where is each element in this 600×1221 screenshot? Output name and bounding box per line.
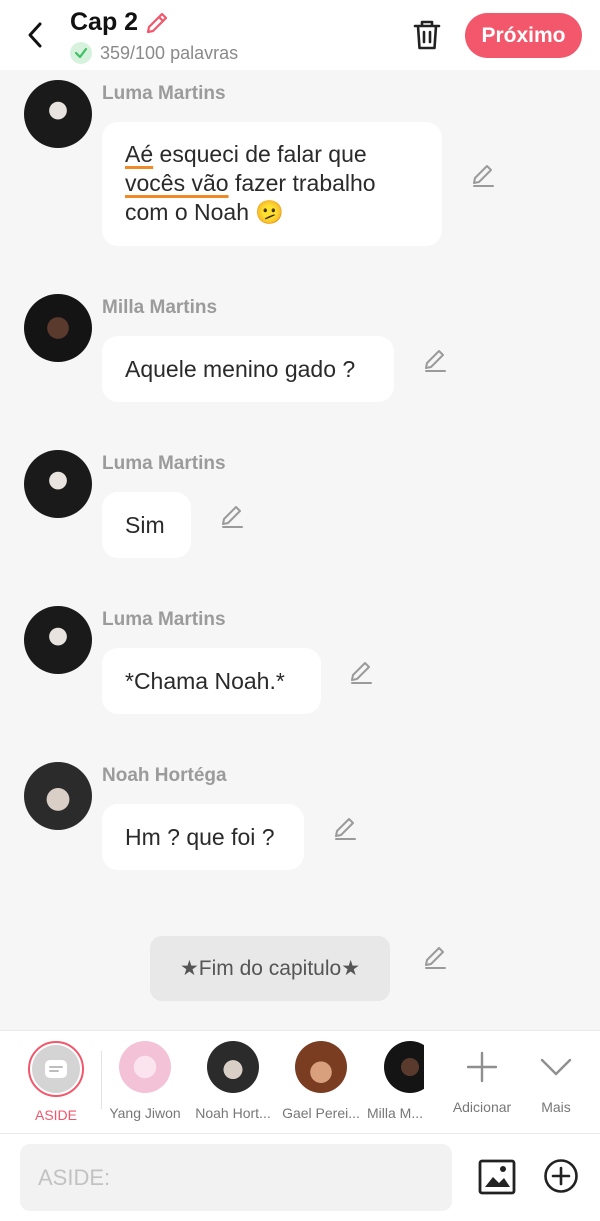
message-bubble[interactable]: Aquele menino gado ? [102, 336, 394, 402]
message-author: Luma Martins [102, 609, 226, 630]
delete-button[interactable] [408, 16, 446, 54]
underlined-phrase: vocês vão [125, 170, 229, 196]
message-text: *Chama Noah.* [125, 667, 285, 694]
pencil-icon [351, 662, 372, 684]
composer-bar [0, 1133, 600, 1221]
edit-message-button[interactable] [332, 815, 360, 843]
message-bubble[interactable]: Aé esqueci de falar que vocês vão fazer … [102, 122, 442, 246]
top-bar: Cap 2 359/100 palavras Próximo [0, 0, 600, 70]
character-yang-jiwon[interactable]: Yang Jiwon [100, 1041, 190, 1121]
more-label: Mais [541, 1099, 571, 1115]
word-count-row: 359/100 palavras [70, 42, 238, 64]
avatar[interactable] [24, 80, 92, 148]
character-label: ASIDE [34, 1107, 77, 1123]
character-label: Yang Jiwon [109, 1105, 181, 1121]
back-button[interactable] [18, 18, 52, 52]
edit-message-button[interactable] [219, 503, 247, 531]
character-label: Milla M... [367, 1105, 423, 1121]
insert-image-button[interactable] [478, 1158, 516, 1196]
emoji: 🫤 [255, 200, 285, 226]
aside-avatar [28, 1041, 84, 1097]
character-label: Gael Perei... [282, 1105, 360, 1121]
character-label: Noah Hort... [195, 1105, 271, 1121]
avatar [207, 1041, 259, 1093]
plus-icon [466, 1051, 498, 1083]
avatar[interactable] [24, 762, 92, 830]
plus-circle-icon [544, 1159, 578, 1193]
avatar [295, 1041, 347, 1093]
add-button[interactable] [543, 1158, 579, 1194]
edit-aside-button[interactable] [422, 944, 450, 972]
next-button[interactable]: Próximo [465, 13, 582, 58]
message-author: Luma Martins [102, 453, 226, 474]
more-button[interactable]: Mais [511, 1041, 600, 1115]
pencil-icon [222, 506, 243, 528]
underlined-word: Aé [125, 141, 154, 167]
edit-message-button[interactable] [470, 162, 498, 190]
word-count: 359/100 palavras [100, 42, 239, 63]
chevron-down-icon [540, 1058, 572, 1076]
character-aside[interactable]: ASIDE [11, 1041, 101, 1123]
trash-icon [413, 20, 441, 50]
character-gael[interactable]: Gael Perei... [276, 1041, 366, 1121]
avatar[interactable] [24, 294, 92, 362]
edit-message-button[interactable] [422, 347, 450, 375]
chevron-left-icon [28, 22, 42, 48]
chapter-title[interactable]: Cap 2 [70, 8, 138, 37]
image-icon [478, 1159, 516, 1195]
edit-title-icon[interactable] [144, 10, 170, 36]
pencil-icon [473, 165, 494, 187]
message-text: Aquele menino gado ? [125, 355, 356, 382]
character-milla[interactable]: Milla M... [366, 1041, 424, 1121]
character-bar: ASIDE Yang Jiwon Noah Hort... Gael Perei… [0, 1030, 600, 1133]
message-bubble[interactable]: Hm ? que foi ? [102, 804, 304, 870]
message-text: Sim [125, 511, 165, 538]
avatar[interactable] [24, 606, 92, 674]
pencil-icon [425, 947, 446, 969]
message-text: Aé esqueci de falar que vocês vão fazer … [125, 140, 419, 228]
avatar [384, 1041, 424, 1093]
message-author: Milla Martins [102, 297, 218, 318]
message-bubble[interactable]: Sim [102, 492, 191, 558]
message-author: Luma Martins [102, 83, 226, 104]
pencil-icon [335, 818, 356, 840]
aside-message[interactable]: ★Fim do capitulo★ [150, 936, 390, 1001]
message-input[interactable] [20, 1144, 452, 1211]
avatar[interactable] [24, 450, 92, 518]
message-bubble-icon [45, 1060, 67, 1078]
edit-message-button[interactable] [348, 659, 376, 687]
chapter-title-row: Cap 2 [70, 8, 170, 37]
message-text: Hm ? que foi ? [125, 823, 275, 850]
avatar [119, 1041, 171, 1093]
pencil-icon [425, 350, 446, 372]
character-noah[interactable]: Noah Hort... [188, 1041, 278, 1121]
message-text-part: esqueci de falar que [153, 141, 367, 167]
check-icon [70, 42, 92, 64]
message-author: Noah Hortéga [102, 765, 227, 786]
message-bubble[interactable]: *Chama Noah.* [102, 648, 321, 714]
